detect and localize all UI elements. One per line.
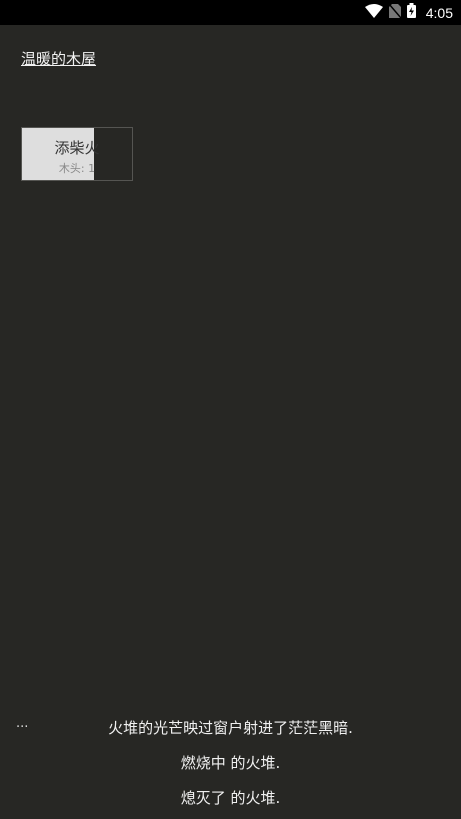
no-sim-icon	[388, 3, 402, 22]
battery-charging-icon	[406, 3, 416, 22]
status-icons: 4:05	[364, 0, 453, 25]
status-time: 4:05	[425, 4, 453, 21]
notification-item: 火堆的光芒映过窗户射进了茫茫黑暗.	[108, 719, 353, 737]
stoke-fire-button[interactable]: 添柴火 木头: 1	[21, 127, 133, 181]
notification-item: 熄灭了 的火堆.	[180, 789, 281, 807]
notification-item: 燃烧中 的火堆.	[180, 754, 281, 772]
status-bar: 4:05	[0, 0, 461, 25]
stoke-fire-label: 添柴火	[54, 139, 100, 157]
wifi-icon	[364, 3, 383, 22]
stoke-fire-cost: 木头: 1	[58, 162, 96, 175]
location-link[interactable]: 温暖的木屋	[21, 48, 96, 69]
